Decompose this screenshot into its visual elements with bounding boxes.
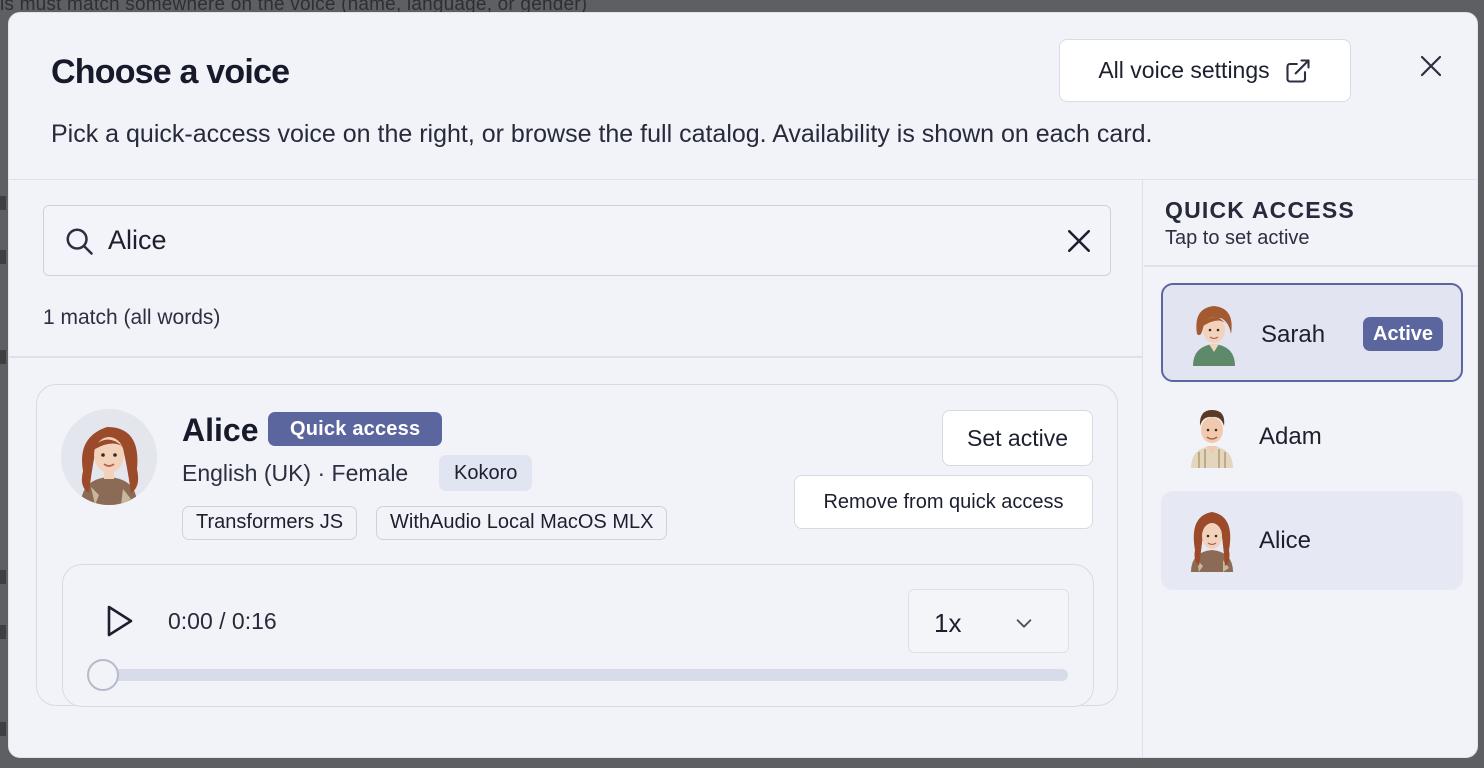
voice-meta: English (UK) · Female (182, 460, 409, 486)
backdrop-edge (0, 0, 8, 768)
voice-dialog: Choose a voice Pick a quick-access voice… (8, 12, 1478, 758)
quick-access-item-adam[interactable]: Adam (1161, 387, 1463, 486)
close-button[interactable] (1414, 49, 1448, 83)
avatar (1191, 512, 1233, 572)
quick-access-title: QUICK ACCESS (1165, 197, 1355, 223)
catalog-pane: 1 match (all words) Alice Quick access E (9, 180, 1143, 757)
play-icon[interactable] (103, 603, 135, 639)
seek-track[interactable] (103, 669, 1068, 681)
avatar (1193, 306, 1235, 366)
match-count: 1 match (all words) (43, 306, 221, 329)
avatar (61, 409, 157, 505)
set-active-button[interactable]: Set active (942, 410, 1093, 466)
quick-access-pane: QUICK ACCESS Tap to set active Sarah Act… (1144, 180, 1477, 757)
platform-tag: WithAudio Local MacOS MLX (376, 506, 668, 540)
voice-name: Alice (182, 412, 259, 448)
playback-time: 0:00 / 0:16 (168, 608, 277, 634)
dialog-header: Choose a voice Pick a quick-access voice… (9, 13, 1477, 180)
dialog-subtitle: Pick a quick-access voice on the right, … (51, 120, 1153, 148)
platform-tag: Transformers JS (182, 506, 358, 540)
avatar (1191, 410, 1233, 468)
search-box (43, 205, 1111, 276)
quick-access-item-sarah[interactable]: Sarah Active (1161, 283, 1463, 382)
voice-card: Alice Quick access English (UK) · Female… (36, 384, 1118, 707)
engine-chip: Kokoro (439, 455, 533, 491)
chevron-down-icon (1016, 619, 1032, 628)
quick-access-name: Alice (1259, 527, 1312, 554)
quick-access-name: Sarah (1261, 321, 1326, 348)
search-icon (66, 228, 93, 255)
quick-access-name: Adam (1259, 423, 1322, 450)
divider (1144, 265, 1477, 267)
speed-select[interactable]: 1x (908, 589, 1069, 653)
all-voice-settings-label: All voice settings (1098, 57, 1270, 83)
external-link-icon (1286, 58, 1310, 83)
active-badge: Active (1363, 317, 1444, 351)
clear-icon[interactable] (1066, 228, 1092, 254)
dialog-title: Choose a voice (51, 53, 290, 91)
divider (9, 356, 1143, 358)
seek-thumb[interactable] (87, 659, 119, 691)
remove-from-quick-access-button[interactable]: Remove from quick access (794, 475, 1093, 529)
close-icon (1420, 55, 1442, 77)
all-voice-settings-button[interactable]: All voice settings (1059, 39, 1351, 102)
speed-value: 1x (934, 608, 962, 638)
quick-access-item-alice[interactable]: Alice (1161, 491, 1463, 590)
quick-access-badge: Quick access (268, 412, 443, 446)
search-input[interactable] (108, 220, 1008, 260)
audio-player: 0:00 / 0:16 1x (62, 564, 1094, 707)
quick-access-subtitle: Tap to set active (1165, 227, 1310, 249)
